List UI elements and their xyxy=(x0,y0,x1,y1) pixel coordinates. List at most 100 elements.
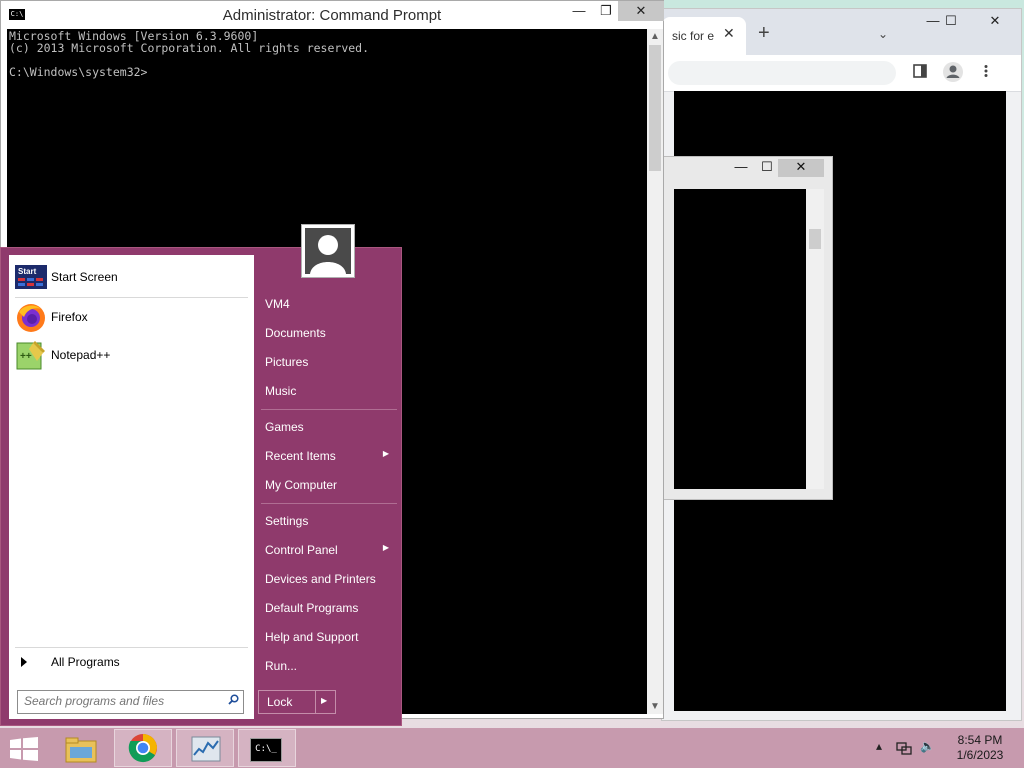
start-item-label: Start Screen xyxy=(51,270,118,284)
taskbar-task-manager[interactable] xyxy=(176,729,234,767)
close-button[interactable]: ✕ xyxy=(618,1,664,21)
link-label: Games xyxy=(265,420,304,434)
separator xyxy=(261,409,397,410)
inner-window-content xyxy=(674,189,806,489)
notepad-plus-plus-icon: ++ xyxy=(15,341,47,370)
link-label: Control Panel xyxy=(265,543,338,557)
start-link-games[interactable]: Games xyxy=(265,420,393,442)
start-link-music[interactable]: Music xyxy=(265,384,393,406)
start-link-recent-items[interactable]: Recent Items ▶ xyxy=(265,449,393,471)
link-label: Default Programs xyxy=(265,601,359,615)
chrome-tab[interactable]: sic for e ✕ xyxy=(662,17,746,55)
start-link-pictures[interactable]: Pictures xyxy=(265,355,393,377)
chevron-down-icon[interactable]: ⌄ xyxy=(878,27,888,41)
taskbar: C:\_ ▴ 🔈 8:54 PM 1/6/2023 xyxy=(0,728,1024,768)
search-box[interactable] xyxy=(17,690,244,714)
separator xyxy=(261,503,397,504)
clock-time: 8:54 PM xyxy=(957,733,1003,747)
link-label: Pictures xyxy=(265,355,309,369)
svg-text:++: ++ xyxy=(20,351,32,362)
lock-options-arrow-icon[interactable]: ▶ xyxy=(321,696,327,705)
start-link-run[interactable]: Run... xyxy=(265,659,393,681)
scroll-up-arrow-icon[interactable]: ▲ xyxy=(649,31,661,42)
link-label: Run... xyxy=(265,659,298,673)
cmd-titlebar[interactable]: C:\ Administrator: Command Prompt — ❐ ✕ xyxy=(1,1,664,29)
file-explorer-icon xyxy=(65,737,97,763)
profile-icon[interactable] xyxy=(942,61,963,86)
start-link-vm4[interactable]: VM4 xyxy=(265,297,393,319)
maximize-button[interactable]: ❐ xyxy=(592,1,620,21)
start-menu-programs-pane: Start Start Screen Firefox ++ Notepad++ … xyxy=(9,255,254,719)
lock-button[interactable]: Lock ▶ xyxy=(258,690,336,714)
start-menu: Start Start Screen Firefox ++ Notepad++ … xyxy=(0,224,402,726)
window-title: Administrator: Command Prompt xyxy=(222,7,442,24)
all-programs-label: All Programs xyxy=(51,655,120,669)
link-label: Recent Items xyxy=(265,449,336,463)
clock-date: 1/6/2023 xyxy=(956,748,1004,762)
svg-text:Start: Start xyxy=(18,267,37,276)
inner-close-button[interactable]: ✕ xyxy=(778,159,824,177)
start-link-default-programs[interactable]: Default Programs xyxy=(265,601,393,623)
chrome-tabstrip: sic for e ✕ + ⌄ — ☐ ✕ xyxy=(662,9,1021,55)
clock[interactable]: 8:54 PM 1/6/2023 xyxy=(940,733,1020,763)
windows-start-icon xyxy=(10,737,38,761)
taskbar-command-prompt[interactable]: C:\_ xyxy=(238,729,296,767)
link-label: My Computer xyxy=(265,478,338,492)
start-link-my-computer[interactable]: My Computer xyxy=(265,478,393,500)
firefox-icon xyxy=(15,303,47,332)
inner-scroll-thumb[interactable] xyxy=(809,229,821,249)
sidebar-icon[interactable] xyxy=(910,64,930,81)
triangle-right-icon xyxy=(21,657,27,667)
start-link-control-panel[interactable]: Control Panel ▶ xyxy=(265,543,393,565)
menu-icon[interactable] xyxy=(976,64,996,81)
start-item-label: Notepad++ xyxy=(51,348,111,362)
link-label: Help and Support xyxy=(265,630,359,644)
inner-scrollbar[interactable] xyxy=(806,189,824,489)
start-link-help-and-support[interactable]: Help and Support xyxy=(265,630,393,652)
inner-maximize-button[interactable]: ☐ xyxy=(754,159,780,177)
minimize-button[interactable]: — xyxy=(565,1,593,21)
show-hidden-icons-icon[interactable]: ▴ xyxy=(876,739,882,753)
scroll-down-arrow-icon[interactable]: ▼ xyxy=(649,701,661,712)
chrome-close-button[interactable]: ✕ xyxy=(980,13,1010,29)
link-label: Documents xyxy=(265,326,326,340)
inner-minimize-button[interactable]: — xyxy=(728,159,754,177)
link-label: VM4 xyxy=(265,297,290,311)
start-link-documents[interactable]: Documents xyxy=(265,326,393,348)
volume-icon[interactable]: 🔈 xyxy=(920,739,935,753)
start-button[interactable] xyxy=(0,729,48,767)
link-label: Settings xyxy=(265,514,309,528)
start-link-devices-and-printers[interactable]: Devices and Printers xyxy=(265,572,393,594)
submenu-arrow-icon: ▶ xyxy=(382,543,389,552)
chrome-toolbar xyxy=(662,55,1021,92)
command-prompt-icon: C:\_ xyxy=(250,738,282,762)
close-tab-icon[interactable]: ✕ xyxy=(723,25,735,42)
start-link-settings[interactable]: Settings xyxy=(265,514,393,536)
search-icon[interactable] xyxy=(228,694,239,705)
address-bar[interactable] xyxy=(668,61,896,85)
start-screen-icon: Start xyxy=(15,263,47,291)
separator xyxy=(15,297,248,298)
chrome-tab-title: sic for e xyxy=(672,29,715,43)
lock-label: Lock xyxy=(267,695,293,709)
start-item-firefox[interactable]: Firefox xyxy=(15,301,248,333)
user-avatar[interactable] xyxy=(301,224,355,278)
separator xyxy=(315,691,316,713)
user-icon xyxy=(305,228,351,274)
start-item-label: Firefox xyxy=(51,310,88,324)
console-line: C:\Windows\system32> xyxy=(9,65,148,79)
taskbar-chrome[interactable] xyxy=(114,729,172,767)
network-icon[interactable] xyxy=(896,740,912,759)
new-tab-button[interactable]: + xyxy=(758,23,770,43)
start-item-notepad-plus-plus[interactable]: ++ Notepad++ xyxy=(15,339,248,371)
all-programs-button[interactable]: All Programs xyxy=(19,655,239,675)
task-manager-icon xyxy=(191,736,221,762)
inner-window[interactable]: — ☐ ✕ xyxy=(661,156,833,500)
taskbar-file-explorer[interactable] xyxy=(52,729,110,767)
link-label: Devices and Printers xyxy=(265,572,376,586)
console-scroll-thumb[interactable] xyxy=(649,45,661,171)
separator xyxy=(15,647,248,648)
chrome-maximize-button[interactable]: ☐ xyxy=(936,13,966,29)
search-input[interactable] xyxy=(18,691,225,711)
start-item-start-screen[interactable]: Start Start Screen xyxy=(15,261,248,293)
